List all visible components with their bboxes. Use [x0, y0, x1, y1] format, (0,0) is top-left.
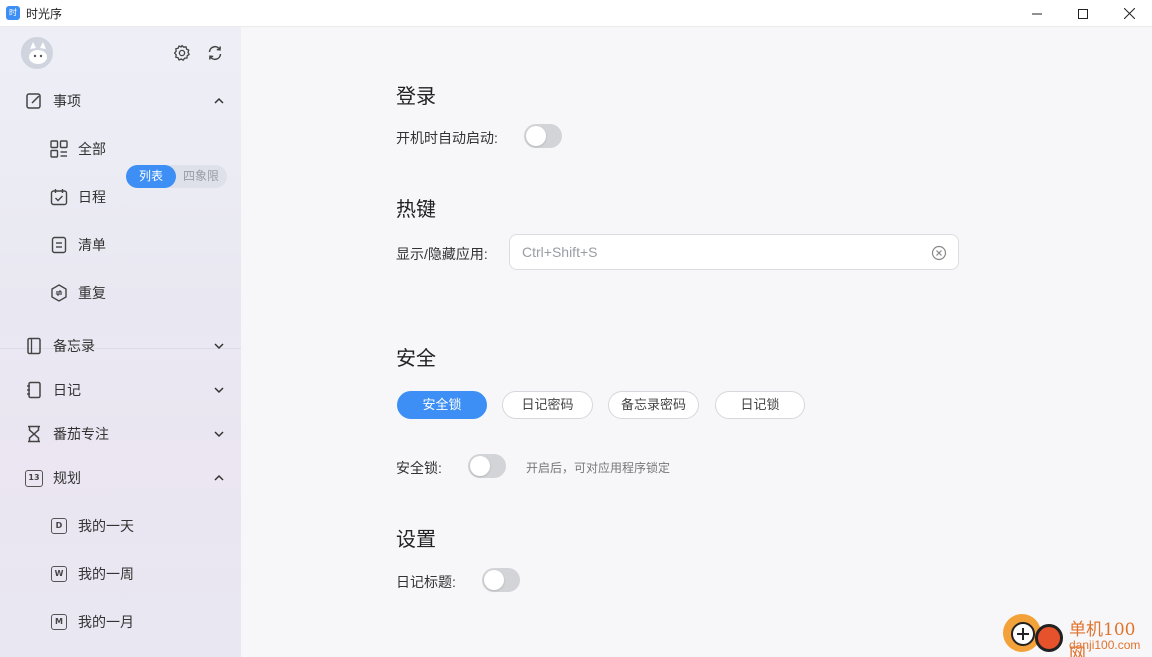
calendar-13-icon: 13	[25, 469, 43, 487]
avatar[interactable]	[21, 37, 53, 69]
diary-title-label: 日记标题:	[396, 574, 456, 590]
hourglass-icon	[25, 425, 43, 443]
hotkey-label: 显示/隐藏应用:	[396, 246, 488, 262]
tab-memo-password[interactable]: 备忘录密码	[608, 391, 699, 419]
hotkey-input[interactable]: Ctrl+Shift+S	[509, 234, 959, 270]
autostart-toggle[interactable]	[524, 124, 562, 148]
sidebar-item-plan[interactable]: 13 规划	[0, 458, 241, 498]
security-lock-hint: 开启后，可对应用程序锁定	[526, 461, 671, 475]
watermark-logo-dot-icon	[1035, 624, 1063, 652]
diary-icon	[25, 381, 43, 399]
list-icon	[50, 236, 68, 254]
close-button[interactable]	[1106, 0, 1152, 27]
gear-icon	[173, 44, 190, 61]
maximize-icon	[1078, 8, 1088, 19]
sidebar-item-schedule[interactable]: 日程	[0, 177, 241, 217]
chevron-down-icon	[213, 428, 225, 440]
sidebar-item-label: 清单	[78, 237, 106, 253]
sidebar-item-label: 日程	[78, 189, 106, 205]
edit-square-icon	[25, 92, 43, 110]
app-logo-icon: 时	[6, 6, 20, 20]
hotkey-value: Ctrl+Shift+S	[522, 244, 598, 260]
watermark: 单机100网 danji100.com	[1001, 612, 1152, 657]
sidebar-item-diary[interactable]: 日记	[0, 370, 241, 410]
tab-diary-password[interactable]: 日记密码	[502, 391, 593, 419]
section-title-security: 安全	[396, 348, 436, 370]
sidebar-item-label: 事项	[53, 93, 81, 109]
sidebar-item-label: 日记	[53, 382, 81, 398]
sidebar-item-all[interactable]: 全部	[0, 129, 120, 169]
minimize-button[interactable]	[1014, 0, 1060, 27]
sidebar-item-label: 番茄专注	[53, 426, 109, 442]
toggle-knob	[484, 570, 504, 590]
window-controls	[1014, 0, 1152, 27]
settings-button[interactable]	[172, 43, 192, 63]
sidebar-item-my-month[interactable]: M 我的一月	[0, 602, 241, 642]
memo-icon	[25, 337, 43, 355]
sidebar-item-label: 重复	[78, 285, 106, 301]
sidebar-item-pomodoro[interactable]: 番茄专注	[0, 414, 241, 454]
sidebar-item-repeat[interactable]: 重复	[0, 273, 241, 313]
sidebar-header	[0, 27, 241, 79]
grid-icon	[50, 140, 68, 158]
security-lock-label: 安全锁:	[396, 460, 442, 476]
section-title-hotkey: 热键	[396, 199, 436, 221]
chevron-down-icon	[213, 384, 225, 396]
tab-security-lock[interactable]: 安全锁	[397, 391, 487, 419]
maximize-button[interactable]	[1060, 0, 1106, 27]
sidebar-item-memo[interactable]: 备忘录	[0, 326, 241, 366]
chevron-down-icon	[213, 340, 225, 352]
refresh-icon	[208, 45, 222, 61]
chevron-up-icon	[213, 472, 225, 484]
sidebar-item-tasks[interactable]: 事项	[0, 81, 241, 121]
toggle-knob	[470, 456, 490, 476]
sidebar-item-checklist[interactable]: 清单	[0, 225, 241, 265]
settings-panel: 登录 开机时自动启动: 热键 显示/隐藏应用: Ctrl+Shift+S 安全 …	[241, 27, 1152, 657]
sidebar-item-my-week[interactable]: W 我的一周	[0, 554, 241, 594]
avatar-cat-icon	[22, 38, 52, 68]
watermark-logo-plus-icon	[1011, 622, 1035, 646]
sidebar-item-label: 我的一周	[78, 566, 134, 582]
tab-diary-lock[interactable]: 日记锁	[715, 391, 805, 419]
window-title: 时光序	[26, 6, 63, 21]
watermark-url: danji100.com	[1069, 638, 1141, 652]
clear-icon[interactable]	[931, 245, 947, 261]
sidebar-item-label: 全部	[78, 141, 106, 157]
day-icon: D	[50, 517, 68, 535]
sidebar-item-label: 我的一月	[78, 614, 134, 630]
week-icon: W	[50, 565, 68, 583]
section-title-settings: 设置	[396, 529, 436, 551]
refresh-button[interactable]	[205, 43, 225, 63]
toggle-knob	[526, 126, 546, 146]
diary-title-toggle[interactable]	[482, 568, 520, 592]
autostart-label: 开机时自动启动:	[396, 130, 498, 146]
calendar-check-icon	[50, 188, 68, 206]
close-icon	[1123, 8, 1135, 19]
repeat-icon	[50, 284, 68, 302]
sidebar-item-label: 规划	[53, 470, 81, 486]
section-title-login: 登录	[396, 86, 436, 108]
chevron-up-icon	[213, 95, 225, 107]
sidebar-item-label: 我的一天	[78, 518, 134, 534]
minimize-icon	[1032, 13, 1042, 14]
sidebar-item-label: 备忘录	[53, 338, 95, 354]
sidebar-item-my-day[interactable]: D 我的一天	[0, 506, 241, 546]
sidebar: 事项 全部 列表 四象限 日程 清单 重复 备忘录 日记 番茄专注 13 规划 …	[0, 27, 241, 657]
month-icon: M	[50, 613, 68, 631]
title-bar: 时 时光序	[0, 0, 1152, 27]
security-lock-toggle[interactable]	[468, 454, 506, 478]
